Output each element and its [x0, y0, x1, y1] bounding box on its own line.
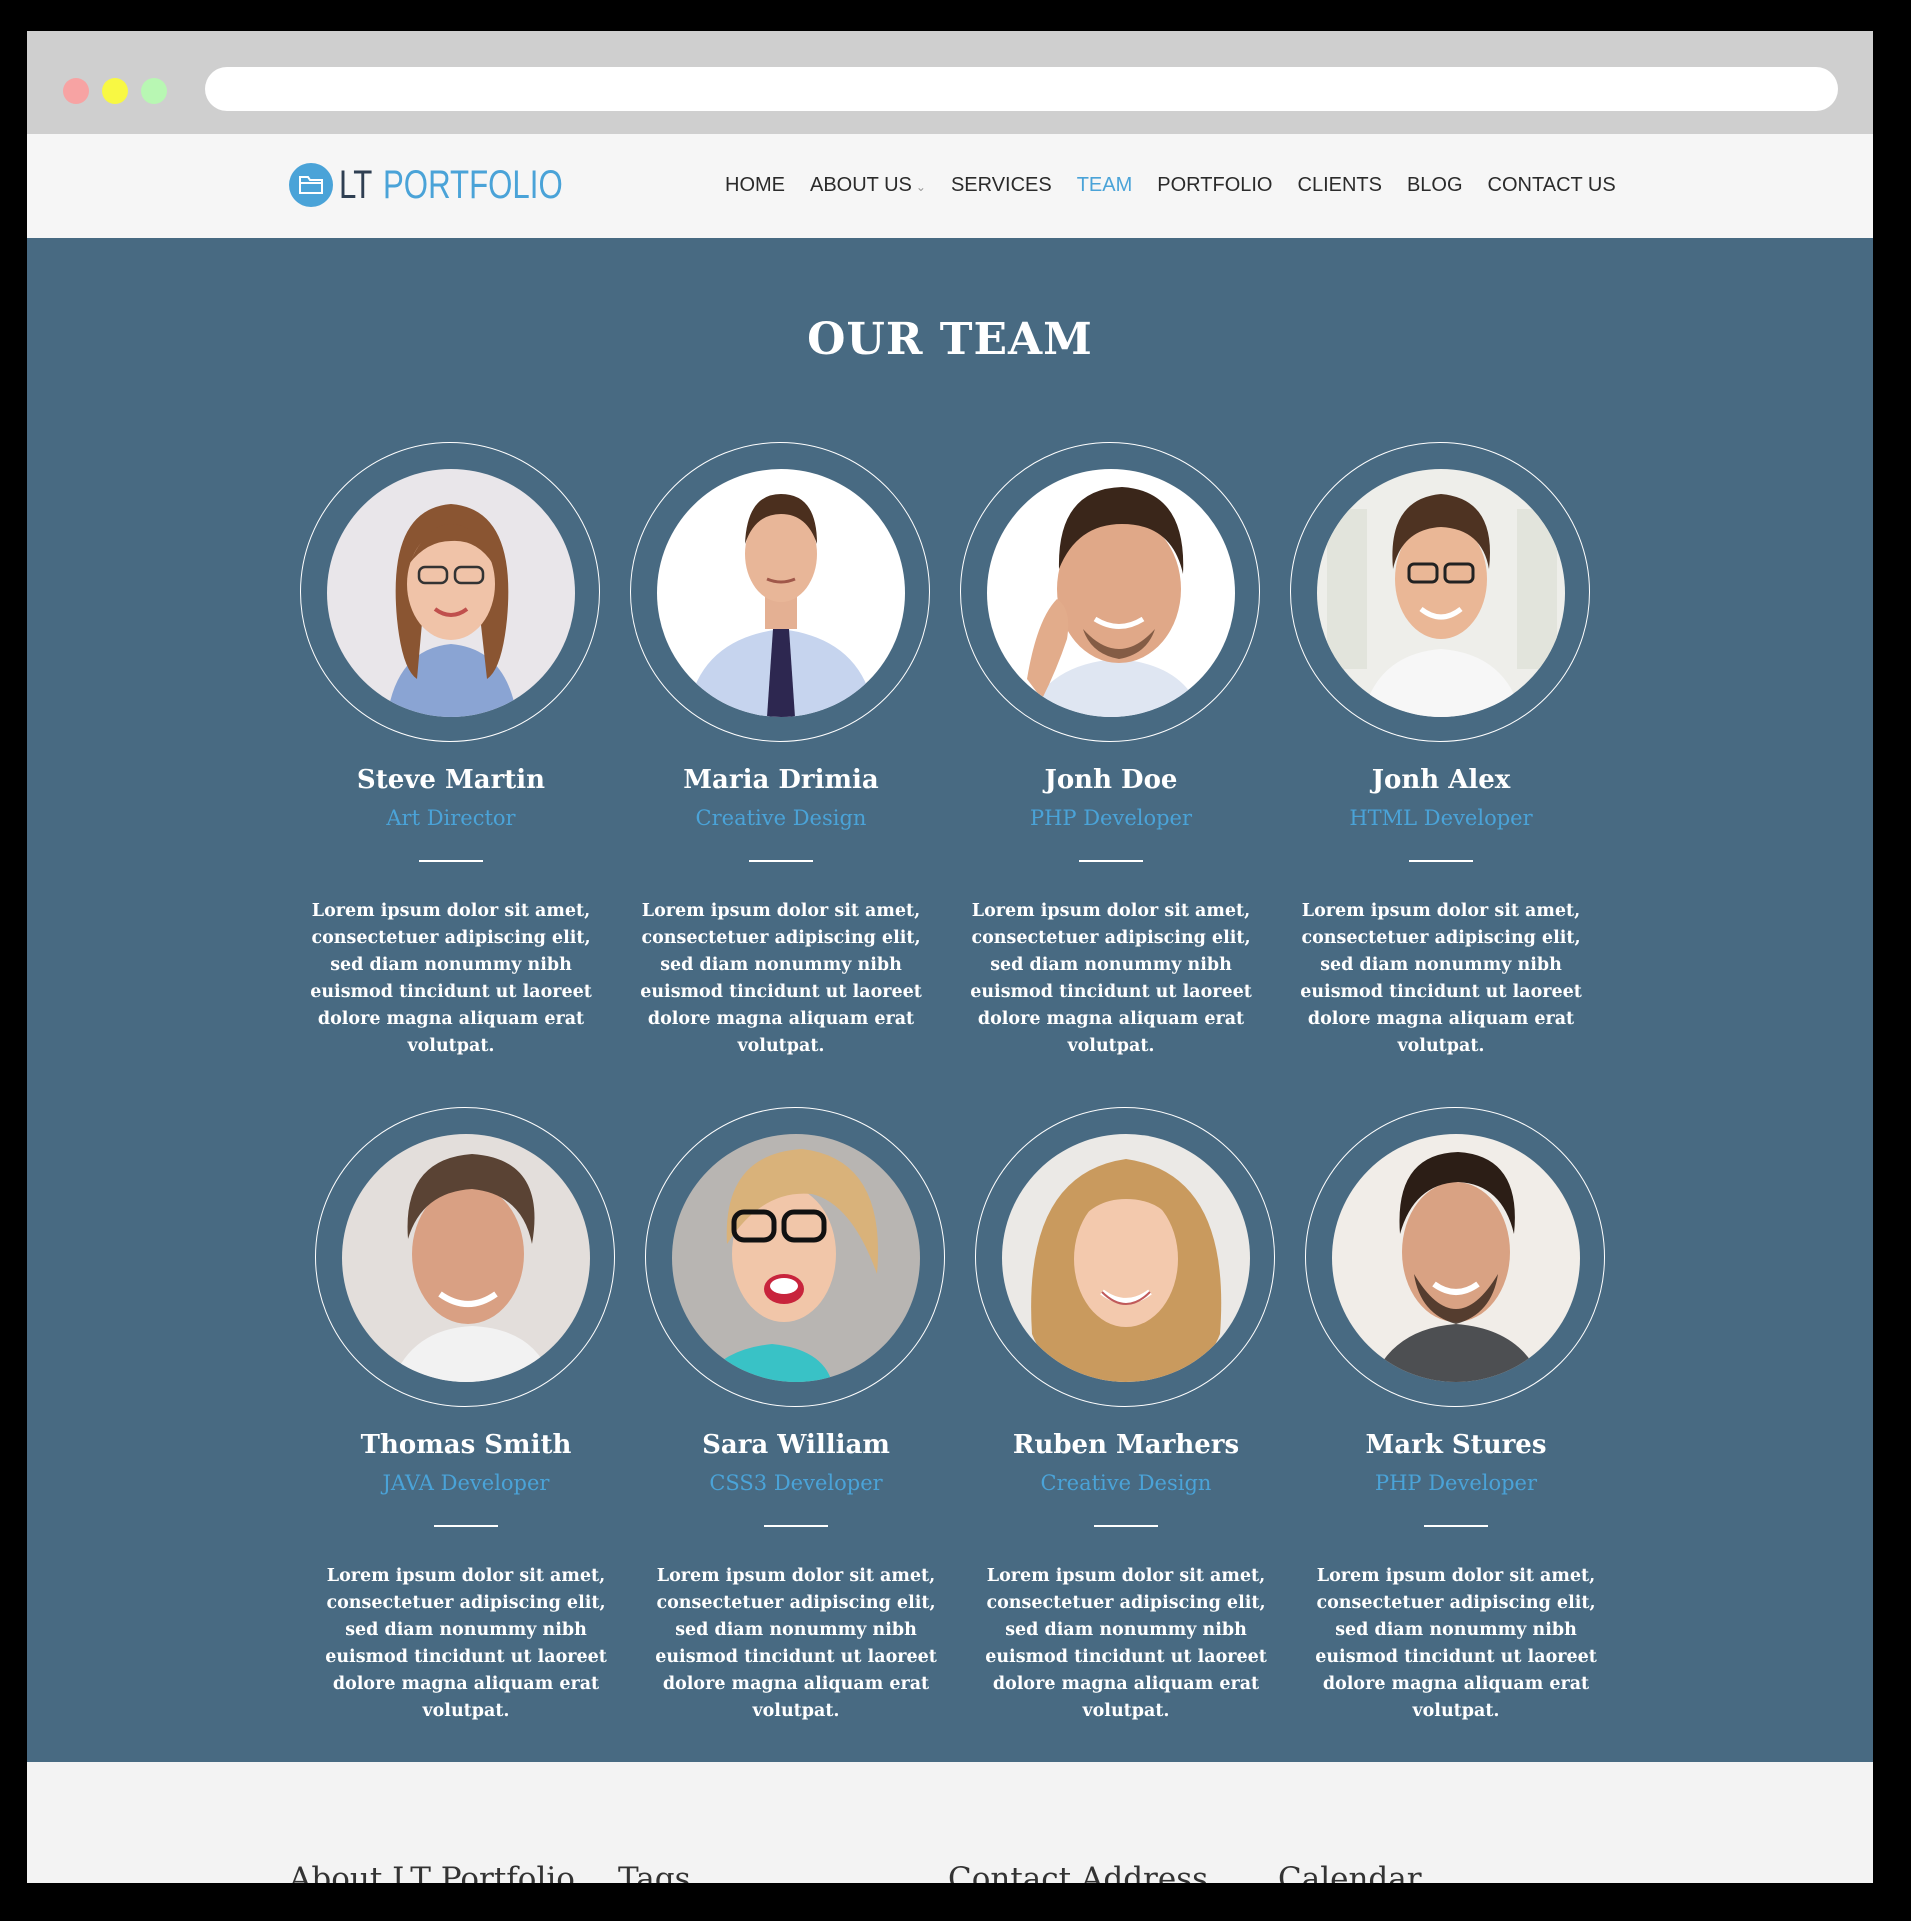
logo-text-portfolio: PORTFOLIO — [383, 162, 563, 207]
main-nav: HOME ABOUT US ⌄ SERVICES TEAM PORTFOLIO C… — [725, 174, 1641, 197]
footer-heading-calendar: Calendar — [1278, 1861, 1422, 1883]
nav-item-portfolio[interactable]: PORTFOLIO — [1157, 174, 1272, 197]
member-role: HTML Developer — [1349, 806, 1533, 830]
logo-text-lt: LT — [339, 162, 372, 207]
site-header: LT PORTFOLIO HOME ABOUT US ⌄ SERVICES TEA… — [27, 134, 1873, 238]
footer-heading-tags: Tags — [618, 1861, 691, 1883]
chevron-down-icon: ⌄ — [915, 180, 926, 194]
member-name: Ruben Marhers — [1012, 1430, 1240, 1460]
avatar-photo — [987, 469, 1235, 717]
member-name: Thomas Smith — [360, 1430, 572, 1460]
member-bio: Lorem ipsum dolor sit amet, consectetuer… — [325, 1566, 607, 1721]
member-name: Steve Martin — [356, 765, 546, 795]
divider — [434, 1525, 498, 1527]
site-logo[interactable]: LT PORTFOLIO — [289, 160, 613, 210]
avatar-photo — [327, 469, 575, 717]
member-bio: Lorem ipsum dolor sit amet, consectetuer… — [1315, 1566, 1597, 1721]
nav-item-services[interactable]: SERVICES — [951, 174, 1052, 197]
member-name: Sara William — [702, 1430, 890, 1460]
member-name: Mark Stures — [1365, 1430, 1547, 1460]
member-bio: Lorem ipsum dolor sit amet, consectetuer… — [970, 901, 1252, 1056]
footer-heading-contact: Contact Address — [948, 1861, 1209, 1883]
member-role: Creative Design — [1040, 1471, 1212, 1495]
divider — [1079, 860, 1143, 862]
divider — [749, 860, 813, 862]
divider — [419, 860, 483, 862]
member-bio: Lorem ipsum dolor sit amet, consectetuer… — [985, 1566, 1267, 1721]
browser-chrome — [27, 31, 1873, 134]
browser-window: LT PORTFOLIO HOME ABOUT US ⌄ SERVICES TEA… — [27, 31, 1873, 1883]
member-bio: Lorem ipsum dolor sit amet, consectetuer… — [1300, 901, 1582, 1056]
member-role: Creative Design — [695, 806, 867, 830]
footer-heading-about: About LT Portfolio — [289, 1861, 575, 1883]
maximize-window-button[interactable] — [141, 78, 167, 104]
member-bio: Lorem ipsum dolor sit amet, consectetuer… — [310, 901, 592, 1056]
member-role: Art Director — [386, 806, 516, 830]
divider — [764, 1525, 828, 1527]
team-title: OUR TEAM — [807, 314, 1093, 365]
divider — [1094, 1525, 1158, 1527]
close-window-button[interactable] — [63, 78, 89, 104]
nav-item-contact-us[interactable]: CONTACT US — [1488, 174, 1616, 197]
member-role: PHP Developer — [1374, 1471, 1538, 1495]
avatar-photo — [1317, 469, 1565, 717]
nav-item-home[interactable]: HOME — [725, 174, 785, 197]
site-footer: About LT Portfolio Tags Contact Address … — [27, 1762, 1873, 1883]
team-section: OUR TEAM Steve Martin Art Director Lorem… — [27, 238, 1873, 1762]
avatar-photo — [342, 1134, 590, 1382]
member-role: PHP Developer — [1029, 806, 1193, 830]
address-bar[interactable] — [205, 67, 1838, 111]
nav-item-blog[interactable]: BLOG — [1407, 174, 1463, 197]
folder-icon — [289, 163, 333, 207]
avatar-photo — [672, 1134, 920, 1382]
member-bio: Lorem ipsum dolor sit amet, consectetuer… — [640, 901, 922, 1056]
member-role: CSS3 Developer — [709, 1471, 883, 1495]
avatar-photo — [1002, 1134, 1250, 1382]
avatar-photo — [657, 469, 905, 717]
member-name: Jonh Alex — [1371, 765, 1511, 795]
member-name: Jonh Doe — [1044, 765, 1178, 795]
member-name: Maria Drimia — [683, 765, 879, 795]
member-role: JAVA Developer — [382, 1471, 550, 1495]
avatar-photo — [1332, 1134, 1580, 1382]
nav-item-about-us[interactable]: ABOUT US ⌄ — [810, 174, 926, 197]
divider — [1424, 1525, 1488, 1527]
nav-item-team[interactable]: TEAM — [1077, 174, 1133, 197]
minimize-window-button[interactable] — [102, 78, 128, 104]
divider — [1409, 860, 1473, 862]
member-bio: Lorem ipsum dolor sit amet, consectetuer… — [655, 1566, 937, 1721]
nav-item-about-us-label: ABOUT US — [810, 174, 912, 196]
nav-item-clients[interactable]: CLIENTS — [1298, 174, 1382, 197]
